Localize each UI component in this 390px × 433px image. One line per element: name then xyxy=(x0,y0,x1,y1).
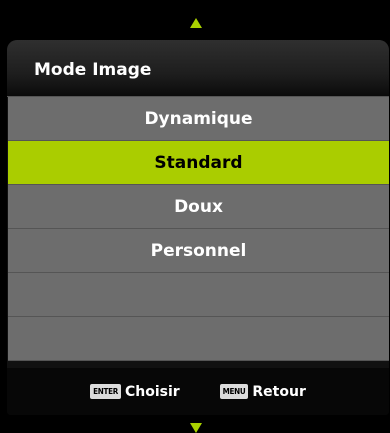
scroll-down-arrow-icon[interactable] xyxy=(190,423,202,433)
menu-item-dynamique[interactable]: Dynamique xyxy=(8,97,389,141)
picture-mode-menu: Mode Image Dynamique Standard Doux Perso… xyxy=(7,40,389,415)
menu-title: Mode Image xyxy=(34,60,152,80)
menu-hint-label: Retour xyxy=(252,383,306,400)
menu-item-doux[interactable]: Doux xyxy=(8,185,389,229)
enter-hint-label: Choisir xyxy=(124,383,180,400)
menu-key-icon: MENU xyxy=(219,384,249,399)
menu-hint: MENU Retour xyxy=(219,383,306,400)
menu-header: Mode Image xyxy=(7,40,389,97)
menu-item-standard[interactable]: Standard xyxy=(8,141,389,185)
menu-list: Dynamique Standard Doux Personnel xyxy=(8,97,389,361)
enter-key-icon: ENTER xyxy=(90,384,121,399)
enter-hint: ENTER Choisir xyxy=(90,384,180,400)
menu-item-empty xyxy=(8,273,389,317)
menu-item-personnel[interactable]: Personnel xyxy=(8,229,389,273)
footer-hints: ENTER Choisir MENU Retour xyxy=(7,368,389,415)
scroll-up-arrow-icon[interactable] xyxy=(190,18,202,28)
menu-item-empty xyxy=(8,317,389,361)
